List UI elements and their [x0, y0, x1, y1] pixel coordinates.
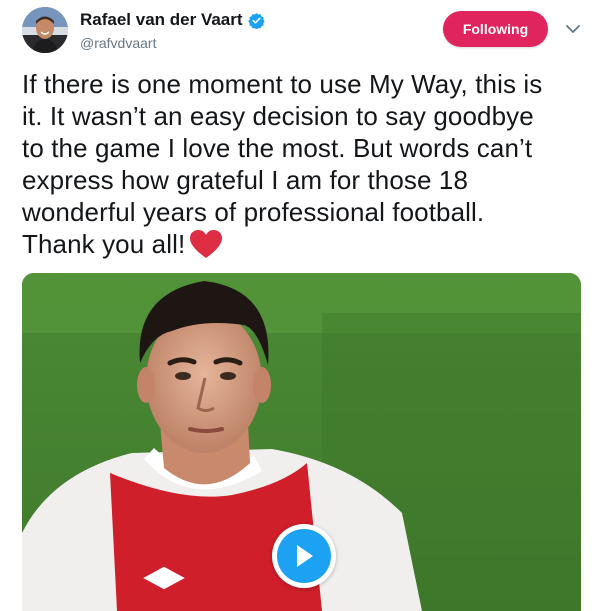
tweet-text-line: express how grateful I am for those 18 [22, 165, 469, 195]
play-button-circle [277, 529, 331, 583]
red-heart-icon [189, 229, 223, 259]
tweet-text: If there is one moment to use My Way, th… [22, 68, 592, 260]
avatar[interactable] [22, 7, 68, 53]
tweet-text-line: wonderful years of professional football… [22, 197, 485, 227]
play-icon [297, 545, 313, 567]
more-options-button[interactable] [564, 22, 582, 36]
tweet-text-line: to the game I love the most. But words c… [22, 133, 533, 163]
tweet-text-line: If there is one moment to use My Way, th… [22, 69, 543, 99]
tweet-card: Rafael van der Vaart @rafvdvaart Followi… [0, 0, 611, 611]
play-button[interactable] [272, 524, 336, 588]
tweet-text-line: Thank you all! [22, 229, 186, 259]
author-handle[interactable]: @rafvdvaart [80, 35, 156, 51]
following-button-label: Following [462, 21, 529, 37]
author-name-row: Rafael van der Vaart [80, 10, 265, 30]
avatar-photo [22, 7, 68, 53]
verified-badge-icon [247, 12, 265, 29]
following-button[interactable]: Following [443, 11, 548, 47]
tweet-text-line: it. It wasn’t an easy decision to say go… [22, 101, 534, 131]
chevron-down-icon [566, 25, 580, 33]
tweet-text-last-line: Thank you all! [22, 228, 592, 260]
author-display-name[interactable]: Rafael van der Vaart [80, 10, 243, 30]
